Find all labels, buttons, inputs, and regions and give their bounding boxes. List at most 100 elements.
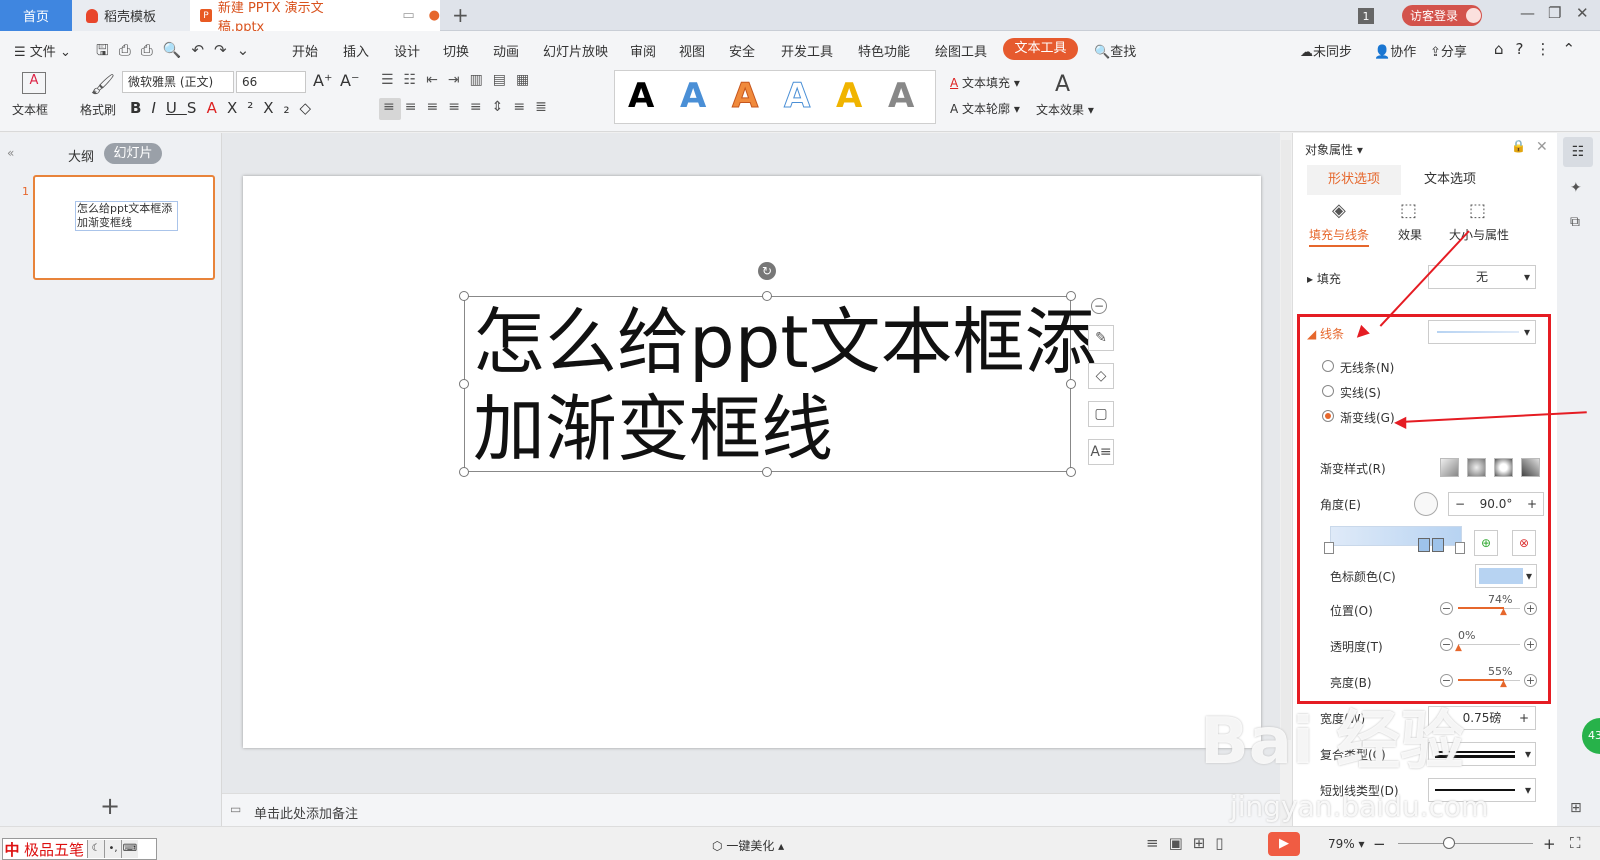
- wordart-style-orange[interactable]: A: [731, 76, 758, 117]
- menu-start[interactable]: 开始: [292, 41, 318, 60]
- resize-handle-bl[interactable]: [459, 467, 469, 477]
- file-menu[interactable]: ☰ 文件 ⌄: [14, 41, 71, 60]
- zoom-slider-thumb[interactable]: [1443, 837, 1455, 849]
- collab-button[interactable]: 👤协作: [1374, 41, 1416, 60]
- resize-handle-l[interactable]: [459, 379, 469, 389]
- collapse-tools-icon[interactable]: −: [1091, 298, 1107, 314]
- view-mode-buttons[interactable]: ≡▣⊞▯: [1146, 834, 1234, 852]
- text-fill-button[interactable]: A 文本填充 ▾: [950, 74, 1020, 91]
- menu-special[interactable]: 特色功能: [858, 41, 910, 60]
- sync-button[interactable]: ☁未同步: [1300, 41, 1352, 60]
- search-button[interactable]: 🔍查找: [1094, 41, 1136, 60]
- zoom-out-icon[interactable]: −: [1373, 835, 1386, 853]
- tab-slides[interactable]: 幻灯片: [104, 143, 162, 164]
- rotate-handle-icon[interactable]: ↻: [758, 262, 776, 280]
- resize-handle-tr[interactable]: [1066, 291, 1076, 301]
- resize-handle-t[interactable]: [762, 291, 772, 301]
- plus-icon[interactable]: +: [1519, 707, 1529, 729]
- fill-section-toggle[interactable]: ▸ 填充: [1307, 270, 1341, 287]
- layers-rail-icon[interactable]: ⧉: [1570, 214, 1580, 230]
- menu-design[interactable]: 设计: [394, 41, 420, 60]
- tab-home[interactable]: 首页: [0, 0, 72, 31]
- fill-line-icon[interactable]: ◈: [1332, 200, 1346, 221]
- list-indent-buttons[interactable]: ☰☷⇤⇥▥▤▦: [381, 72, 539, 88]
- close-panel-icon[interactable]: ✕: [1536, 139, 1548, 155]
- wordart-style-gray[interactable]: A: [888, 76, 914, 116]
- fit-window-icon[interactable]: ⛶: [1570, 834, 1581, 852]
- format-painter-icon[interactable]: 🖌: [90, 72, 115, 96]
- textbox-icon[interactable]: A: [22, 72, 46, 94]
- paragraph-align-buttons[interactable]: ≡≡≡≡≡⇕≡≣: [383, 99, 557, 115]
- menu-security[interactable]: 安全: [729, 41, 755, 60]
- toolbar-extra-icons[interactable]: ⌂?⋮⌃: [1494, 40, 1587, 58]
- lock-icon[interactable]: 🔒: [1511, 139, 1526, 153]
- menu-insert[interactable]: 插入: [343, 41, 369, 60]
- pen-icon[interactable]: ✎: [1088, 325, 1114, 351]
- menu-slideshow[interactable]: 幻灯片放映: [543, 41, 608, 60]
- moon-icon[interactable]: ☾: [87, 840, 105, 858]
- window-count-badge[interactable]: 1: [1358, 8, 1374, 24]
- font-name-select[interactable]: 微软雅黑 (正文): [122, 71, 234, 93]
- font-size-select[interactable]: 66: [236, 71, 306, 93]
- outline-icon[interactable]: ▢: [1088, 401, 1114, 427]
- wordart-style-black[interactable]: A: [628, 76, 654, 116]
- menu-developer[interactable]: 开发工具: [781, 41, 833, 60]
- text-outline-button[interactable]: A 文本轮廓 ▾: [950, 100, 1020, 117]
- wordart-style-outline[interactable]: A: [783, 76, 810, 117]
- menu-animation[interactable]: 动画: [493, 41, 519, 60]
- collapse-panel-icon[interactable]: «: [7, 146, 14, 160]
- wordart-style-blue[interactable]: A: [680, 76, 706, 116]
- shrink-font-icon[interactable]: A⁻: [340, 71, 359, 90]
- keyboard-icon[interactable]: ⌨: [121, 840, 139, 858]
- text-effect-button[interactable]: 文本效果 ▾: [1036, 101, 1094, 118]
- quick-access-icons[interactable]: 🖫⎙⎙🔍↶↷⌄: [96, 40, 259, 65]
- add-slide-button[interactable]: +: [100, 792, 120, 820]
- grow-font-icon[interactable]: A⁺: [313, 71, 332, 90]
- textbox-label[interactable]: 文本框: [12, 101, 48, 118]
- text-wrap-icon[interactable]: A≡: [1088, 439, 1114, 465]
- title-textbox[interactable]: 怎么给ppt文本框添 加渐变框线: [464, 296, 1097, 472]
- close-window-icon[interactable]: ✕: [1576, 4, 1589, 22]
- menu-text-tools[interactable]: 文本工具: [1003, 38, 1078, 60]
- new-tab-button[interactable]: +: [452, 3, 469, 27]
- notes-bar[interactable]: ▭ 单击此处添加备注: [222, 793, 1280, 826]
- wordart-style-gold[interactable]: A: [836, 76, 862, 116]
- pin-rail-icon[interactable]: ✦: [1570, 180, 1582, 196]
- subtab-fill-line[interactable]: 填充与线条: [1309, 226, 1370, 247]
- tab-template[interactable]: 稻壳模板: [72, 0, 190, 31]
- format-painter-label[interactable]: 格式刷: [80, 101, 116, 118]
- resize-handle-tl[interactable]: [459, 291, 469, 301]
- grid-rail-icon[interactable]: ⊞: [1570, 800, 1582, 816]
- slide-thumbnail[interactable]: 怎么给ppt文本框添加渐变框线: [33, 175, 215, 280]
- minimize-icon[interactable]: —: [1520, 4, 1535, 22]
- fill-bucket-icon[interactable]: ◇: [1088, 363, 1114, 389]
- tab-shape-options[interactable]: 形状选项: [1307, 165, 1401, 195]
- tab-document[interactable]: P 新建 PPTX 演示文稿.pptx ▭ ●: [190, 0, 440, 35]
- effect-icon[interactable]: ⬚: [1400, 200, 1417, 221]
- text-format-buttons[interactable]: BIUSAX²X₂◇: [130, 99, 321, 117]
- subtab-effect[interactable]: 效果: [1398, 226, 1422, 243]
- zoom-slider[interactable]: [1398, 843, 1533, 844]
- textbox-content[interactable]: 怎么给ppt文本框添 加渐变框线: [473, 299, 1097, 473]
- menu-transition[interactable]: 切换: [443, 41, 469, 60]
- resize-handle-r[interactable]: [1066, 379, 1076, 389]
- menu-view[interactable]: 视图: [679, 41, 705, 60]
- size-icon[interactable]: ⬚: [1469, 200, 1486, 221]
- play-slideshow-button[interactable]: ▶: [1268, 832, 1300, 856]
- resize-handle-b[interactable]: [762, 467, 772, 477]
- visitor-login-button[interactable]: 访客登录: [1402, 5, 1482, 26]
- menu-review[interactable]: 审阅: [630, 41, 656, 60]
- restore-icon[interactable]: ❐: [1548, 4, 1561, 22]
- tab-outline[interactable]: 大纲: [68, 146, 94, 165]
- ime-toolbar[interactable]: 中 极品五笔 ☾ •, ⌨: [2, 838, 157, 860]
- vertical-scrollbar[interactable]: [1281, 140, 1291, 740]
- fill-select[interactable]: 无 ▾: [1428, 265, 1536, 289]
- zoom-in-icon[interactable]: +: [1543, 835, 1556, 853]
- resize-handle-br[interactable]: [1066, 467, 1076, 477]
- menu-drawing-tools[interactable]: 绘图工具: [935, 41, 987, 60]
- zoom-select[interactable]: 79% ▾: [1328, 837, 1365, 851]
- ime-mode[interactable]: 中: [3, 839, 21, 860]
- punctuation-icon[interactable]: •,: [104, 840, 122, 858]
- share-button[interactable]: ⇪分享: [1430, 41, 1467, 60]
- tab-text-options[interactable]: 文本选项: [1403, 165, 1497, 195]
